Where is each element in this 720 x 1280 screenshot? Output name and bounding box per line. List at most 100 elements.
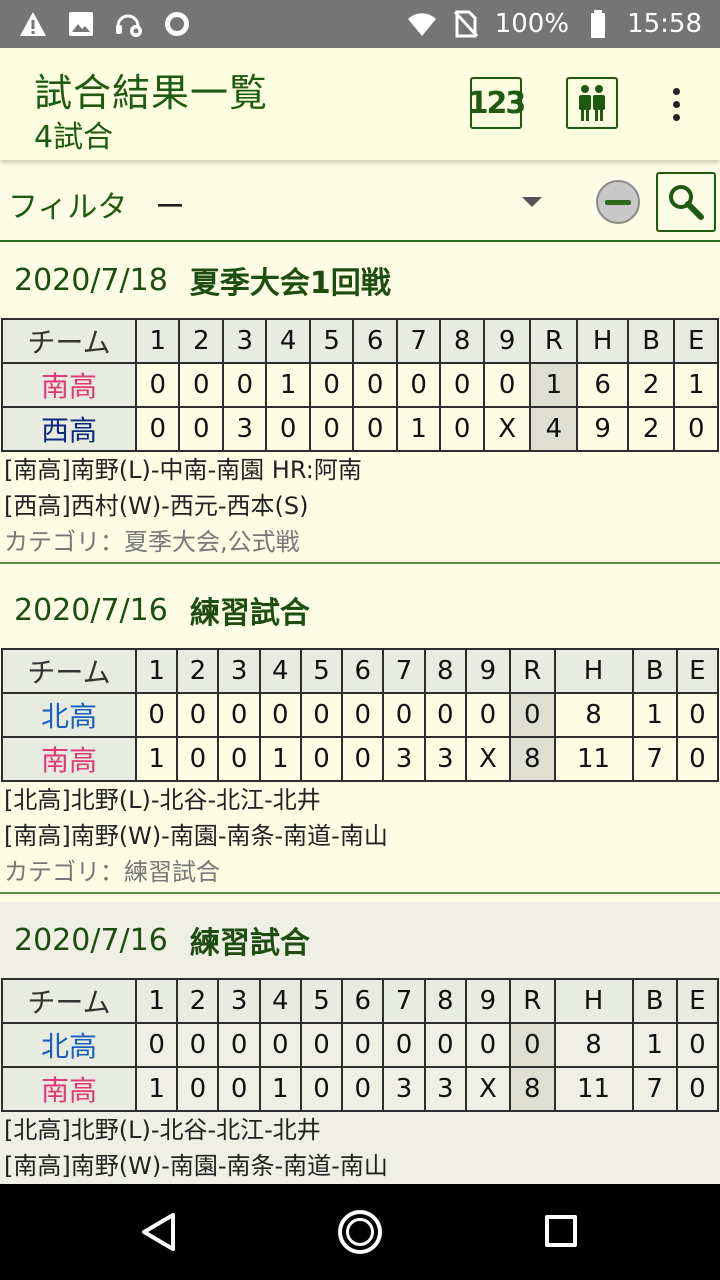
score-cell: 0 bbox=[464, 1022, 511, 1068]
column-header: チーム bbox=[1, 648, 137, 694]
score-cell: 2 bbox=[626, 406, 676, 452]
navigation-bar bbox=[0, 1184, 720, 1280]
table-row: 南高 1 0 0 1 0 0 3 3 X 8 11 7 0 bbox=[1, 1066, 720, 1112]
column-header: 8 bbox=[439, 318, 485, 364]
score-cell: 1 bbox=[258, 736, 302, 782]
people-icon bbox=[579, 85, 605, 121]
team-name: 南高 bbox=[1, 736, 137, 782]
table-row: 南高 1 0 0 1 0 0 3 3 X 8 11 7 0 bbox=[1, 736, 720, 782]
score-cell: 0 bbox=[675, 692, 720, 738]
more-vert-icon[interactable] bbox=[660, 80, 692, 128]
score-cell: X bbox=[482, 406, 532, 452]
column-header: H bbox=[553, 978, 634, 1024]
column-header: E bbox=[675, 648, 720, 694]
score-cell: 1 bbox=[265, 362, 311, 408]
column-header: 8 bbox=[423, 978, 467, 1024]
game-card[interactable]: 2020/7/18 夏季大会1回戦 チーム 1 2 3 4 5 6 7 8 9 R H B E 南高 0 0 0 1 0 0… bbox=[0, 242, 720, 564]
scoreboard-header-row: チーム 1 2 3 4 5 6 7 8 9 R H B E bbox=[1, 648, 720, 694]
score-cell: 8 bbox=[553, 692, 634, 738]
back-icon[interactable] bbox=[140, 1212, 176, 1252]
score-cell: 0 bbox=[178, 406, 224, 452]
scoreboard-table: チーム 1 2 3 4 5 6 7 8 9 R H B E 南高 0 0 0 1 0 0 0 0 0 1 6 2 1 西高 0 0 3 0 0 0 1… bbox=[1, 318, 719, 452]
table-row: 北高 0 0 0 0 0 0 0 0 0 0 8 1 0 bbox=[1, 1022, 720, 1068]
score-cell: 0 bbox=[178, 362, 224, 408]
score-cell: 1 bbox=[631, 1022, 678, 1068]
score-cell: 0 bbox=[439, 362, 485, 408]
table-row: 北高 0 0 0 0 0 0 0 0 0 0 8 1 0 bbox=[1, 692, 720, 738]
pitcher-note: [北高]北野(L)-北谷-北江-北井 bbox=[4, 786, 321, 814]
game-category: カテゴリ：夏季大会,公式戦 bbox=[4, 528, 300, 556]
clock: 15:58 bbox=[627, 9, 702, 39]
pitcher-note: [南高]南野(W)-南園-南条-南道-南山 bbox=[4, 822, 388, 850]
score-cell: 0 bbox=[382, 692, 426, 738]
score-cell: 3 bbox=[221, 406, 268, 452]
score-cell: 8 bbox=[508, 1066, 556, 1112]
divider bbox=[0, 562, 720, 564]
column-header: H bbox=[576, 318, 629, 364]
scoreboard-header-row: チーム 1 2 3 4 5 6 7 8 9 R H B E bbox=[1, 978, 720, 1024]
score-cell: 0 bbox=[423, 1022, 467, 1068]
score-cell: 0 bbox=[134, 406, 181, 452]
score-cell: 3 bbox=[423, 1066, 467, 1112]
clear-filter-button[interactable] bbox=[596, 180, 640, 224]
column-header: 2 bbox=[176, 648, 220, 694]
chevron-down-icon[interactable] bbox=[522, 197, 542, 207]
search-button[interactable] bbox=[656, 172, 716, 232]
score-cell: 1 bbox=[258, 1066, 302, 1112]
score-cell: 0 bbox=[675, 1022, 720, 1068]
score-cell: 0 bbox=[217, 1066, 261, 1112]
column-header: 4 bbox=[265, 318, 311, 364]
score-cell: 0 bbox=[395, 362, 442, 408]
score-cell: 0 bbox=[176, 736, 220, 782]
column-header: 8 bbox=[423, 648, 467, 694]
team-name: 北高 bbox=[1, 1022, 137, 1068]
battery-percent: 100% bbox=[494, 9, 570, 39]
score-cell: 0 bbox=[675, 1066, 720, 1112]
score-cell: 0 bbox=[352, 362, 398, 408]
score-cell: 2 bbox=[626, 362, 676, 408]
column-header: E bbox=[675, 978, 720, 1024]
score-cell: 8 bbox=[508, 736, 556, 782]
column-header: 3 bbox=[217, 648, 261, 694]
score-cell: 0 bbox=[482, 362, 532, 408]
column-header: チーム bbox=[1, 978, 137, 1024]
column-header: 7 bbox=[382, 978, 426, 1024]
search-icon bbox=[669, 185, 704, 220]
no-sim-icon bbox=[451, 9, 481, 39]
page-title: 試合結果一覧 bbox=[34, 71, 269, 115]
column-header: 7 bbox=[382, 648, 426, 694]
game-date: 2020/7/18 bbox=[14, 262, 168, 298]
pitcher-note: [西高]西村(W)-西元-西本(S) bbox=[4, 492, 309, 520]
team-button[interactable] bbox=[566, 77, 618, 129]
scoreboard-table: チーム 1 2 3 4 5 6 7 8 9 R H B E 北高 0 0 0 0 0 0 0 0 0 0 8 1 0 南高 1 0 0 1 0 0 3… bbox=[1, 978, 720, 1112]
status-bar: 100% 15:58 bbox=[0, 0, 720, 48]
score-cell: 0 bbox=[176, 1022, 220, 1068]
score-cell: 0 bbox=[464, 692, 511, 738]
score-cell: 0 bbox=[341, 692, 385, 738]
score-cell: 0 bbox=[217, 736, 261, 782]
game-card[interactable]: 2020/7/16 練習試合 チーム 1 2 3 4 5 6 7 8 9 R H B E 北高 0 0 0 0 0 0 0 0 0… bbox=[0, 572, 720, 894]
score-cell: 1 bbox=[134, 1066, 179, 1112]
filter-select[interactable]: ー bbox=[155, 182, 185, 226]
scoreboard-button[interactable]: 123 bbox=[468, 77, 526, 129]
score-cell: 0 bbox=[221, 362, 268, 408]
team-name: 北高 bbox=[1, 692, 137, 738]
column-header: 1 bbox=[134, 978, 179, 1024]
game-count: 4試合 bbox=[34, 120, 114, 155]
score-cell: 0 bbox=[134, 362, 181, 408]
home-icon[interactable] bbox=[338, 1210, 382, 1254]
score-cell: 0 bbox=[299, 1066, 344, 1112]
dot bbox=[672, 113, 680, 121]
column-header: B bbox=[631, 978, 678, 1024]
score-cell: 1 bbox=[134, 736, 179, 782]
scoreboard-header-row: チーム 1 2 3 4 5 6 7 8 9 R H B E bbox=[1, 318, 719, 364]
column-header: R bbox=[508, 978, 556, 1024]
recent-apps-icon[interactable] bbox=[545, 1215, 577, 1247]
column-header: 5 bbox=[299, 978, 344, 1024]
game-card[interactable]: 2020/7/16 練習試合 チーム 1 2 3 4 5 6 7 8 9 R H B E 北高 0 0 0 0 0 0 0 0 0… bbox=[0, 902, 720, 1184]
score-cell: 6 bbox=[576, 362, 629, 408]
filter-bar: フィルタ ー bbox=[0, 160, 720, 242]
score-cell: 0 bbox=[299, 692, 344, 738]
column-header: 6 bbox=[341, 978, 385, 1024]
game-header: 2020/7/16 練習試合 bbox=[0, 902, 720, 978]
